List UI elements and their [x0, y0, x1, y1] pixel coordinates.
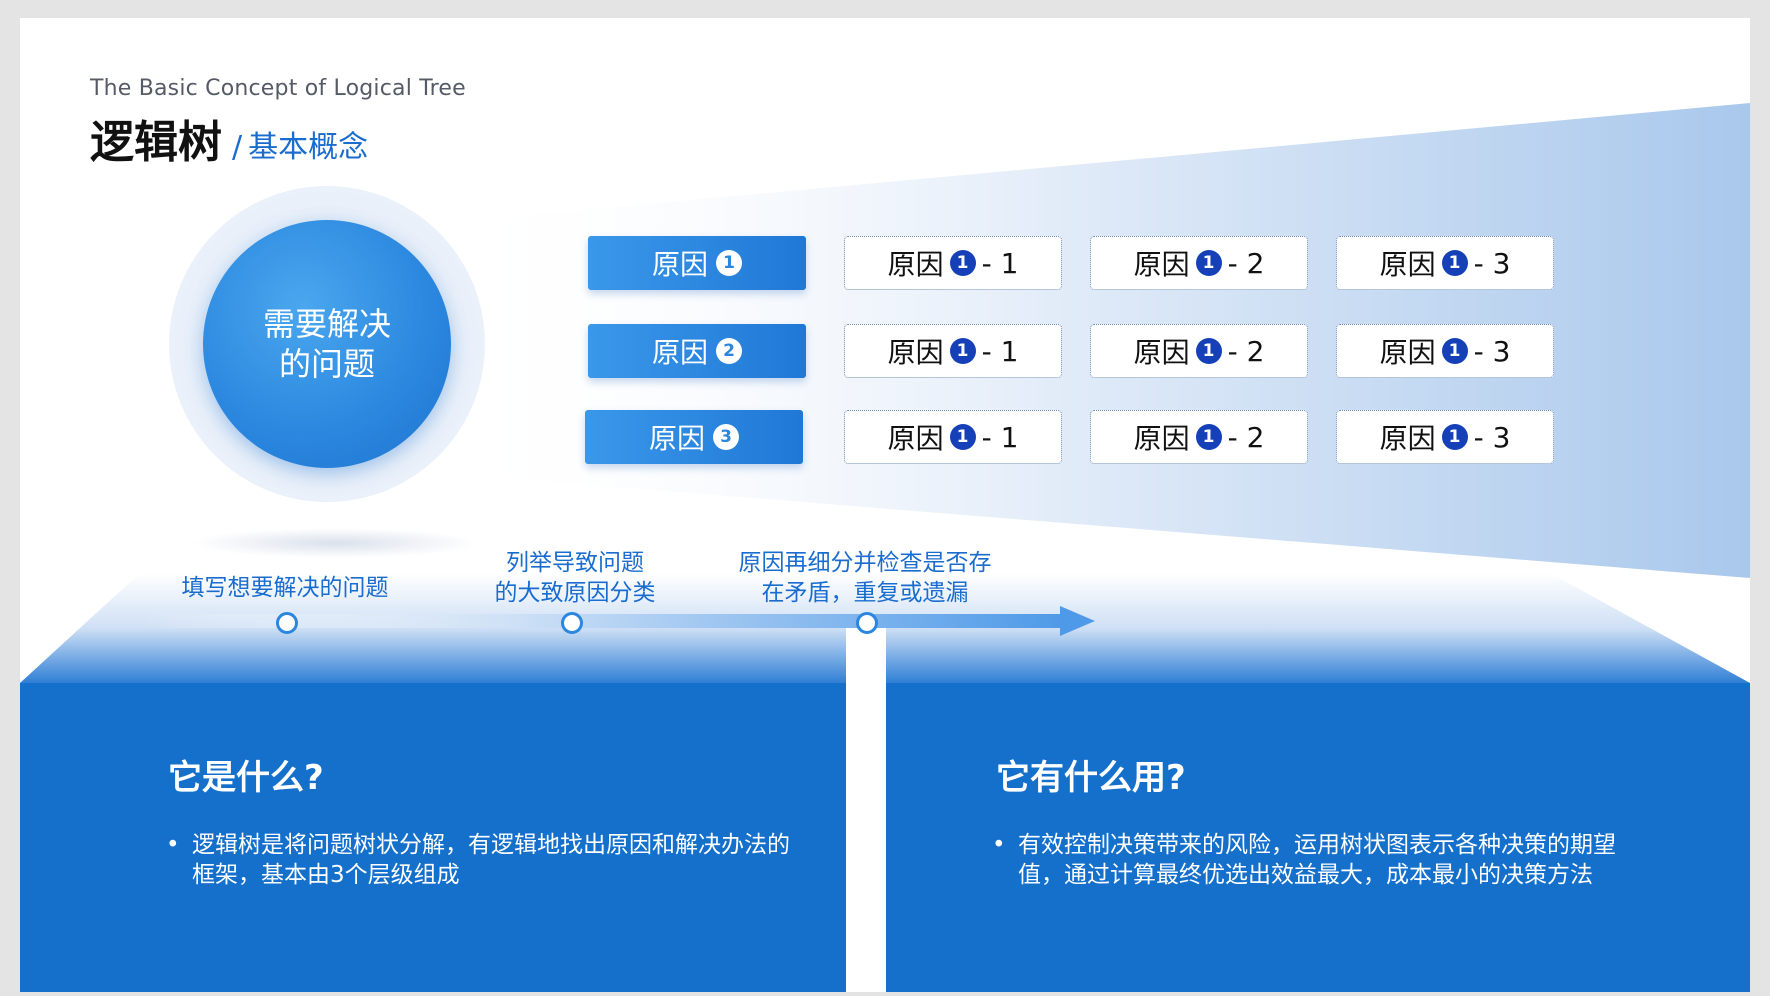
- bullet: •: [992, 832, 1006, 858]
- panel-gap: [846, 628, 886, 683]
- cause-1-sub-2: 原因 1 - 2: [1090, 236, 1308, 290]
- cause-1-sub-3: 原因 1 - 3: [1336, 236, 1554, 290]
- cause-3-sub-2: 原因 1 - 2: [1090, 410, 1308, 464]
- sub-suffix: - 2: [1227, 334, 1265, 368]
- step-1-label: 填写想要解决的问题: [160, 573, 410, 603]
- sub-label: 原因: [1133, 422, 1190, 455]
- sub-label: 原因: [1133, 248, 1190, 281]
- cause-2-sub-3: 原因 1 - 3: [1336, 324, 1554, 378]
- subtitle-english: The Basic Concept of Logical Tree: [90, 76, 466, 101]
- sub-suffix: - 3: [1473, 420, 1511, 454]
- sub-label: 原因: [1379, 422, 1436, 455]
- title-row: 逻辑树 / 基本概念: [90, 106, 368, 170]
- sub-suffix: - 3: [1473, 246, 1511, 280]
- cause-3-badge: 3: [713, 424, 739, 450]
- step-2-label: 列举导致问题 的大致原因分类: [450, 548, 700, 608]
- sub-label: 原因: [887, 248, 944, 281]
- step-2-dot: [561, 612, 583, 634]
- cause-2-sub-2: 原因 1 - 2: [1090, 324, 1308, 378]
- sub-suffix: - 2: [1227, 420, 1265, 454]
- page-title: 逻辑树: [90, 117, 222, 168]
- sub-label: 原因: [1379, 248, 1436, 281]
- cause-3-sub-1: 原因 1 - 1: [844, 410, 1062, 464]
- sub-label: 原因: [887, 422, 944, 455]
- left-panel-title: 它是什么?: [168, 758, 324, 798]
- sub-badge: 1: [1195, 338, 1222, 364]
- sub-badge: 1: [1441, 338, 1468, 364]
- sub-badge: 1: [949, 424, 976, 450]
- left-panel-text: 逻辑树是将问题树状分解，有逻辑地找出原因和解决办法的框架，基本由3个层级组成: [192, 832, 790, 888]
- cause-1-sub-1: 原因 1 - 1: [844, 236, 1062, 290]
- sub-badge: 1: [1195, 424, 1222, 450]
- sub-badge: 1: [949, 250, 976, 276]
- sub-badge: 1: [1441, 250, 1468, 276]
- cause-3: 原因 3: [585, 410, 803, 464]
- bullet: •: [166, 832, 180, 858]
- sub-label: 原因: [887, 336, 944, 369]
- sub-suffix: - 2: [1227, 246, 1265, 280]
- cause-3-label: 原因: [648, 422, 705, 455]
- cause-1-label: 原因: [651, 248, 708, 281]
- step-1-dot: [276, 612, 298, 634]
- sub-suffix: - 1: [981, 420, 1019, 454]
- step-3-label: 原因再细分并检查是否存 在矛盾，重复或遗漏: [710, 548, 1020, 608]
- sub-badge: 1: [1441, 424, 1468, 450]
- sub-suffix: - 1: [981, 246, 1019, 280]
- cause-2-badge: 2: [716, 338, 742, 364]
- right-panel-text: 有效控制决策带来的风险，运用树状图表示各种决策的期望值，通过计算最终优选出效益最…: [1018, 832, 1616, 888]
- step-2-line-1: 列举导致问题: [506, 550, 644, 576]
- page-subtitle: 基本概念: [248, 130, 369, 165]
- title-separator: /: [232, 130, 243, 165]
- step-2-line-2: 的大致原因分类: [494, 580, 656, 606]
- sub-badge: 1: [949, 338, 976, 364]
- step-3-line-1: 原因再细分并检查是否存: [738, 550, 992, 576]
- cause-3-sub-3: 原因 1 - 3: [1336, 410, 1554, 464]
- sub-suffix: - 3: [1473, 334, 1511, 368]
- left-panel-body: • 逻辑树是将问题树状分解，有逻辑地找出原因和解决办法的框架，基本由3个层级组成: [166, 830, 806, 890]
- circle-shadow: [190, 528, 480, 558]
- sub-label: 原因: [1133, 336, 1190, 369]
- cause-2-sub-1: 原因 1 - 1: [844, 324, 1062, 378]
- step-1-line-1: 填写想要解决的问题: [181, 575, 389, 601]
- problem-circle: 需要解决的问题: [203, 220, 451, 468]
- cause-2: 原因 2: [588, 324, 806, 378]
- sub-badge: 1: [1195, 250, 1222, 276]
- sub-suffix: - 1: [981, 334, 1019, 368]
- slide: The Basic Concept of Logical Tree 逻辑树 / …: [20, 18, 1750, 992]
- step-3-dot: [856, 612, 878, 634]
- cause-1: 原因 1: [588, 236, 806, 290]
- right-panel-title: 它有什么用?: [996, 758, 1186, 798]
- sub-label: 原因: [1379, 336, 1436, 369]
- right-panel-body: • 有效控制决策带来的风险，运用树状图表示各种决策的期望值，通过计算最终优选出效…: [992, 830, 1632, 890]
- step-3-line-2: 在矛盾，重复或遗漏: [761, 580, 969, 606]
- cause-2-label: 原因: [651, 336, 708, 369]
- problem-text: 需要解决的问题: [262, 305, 391, 383]
- cause-1-badge: 1: [716, 250, 742, 276]
